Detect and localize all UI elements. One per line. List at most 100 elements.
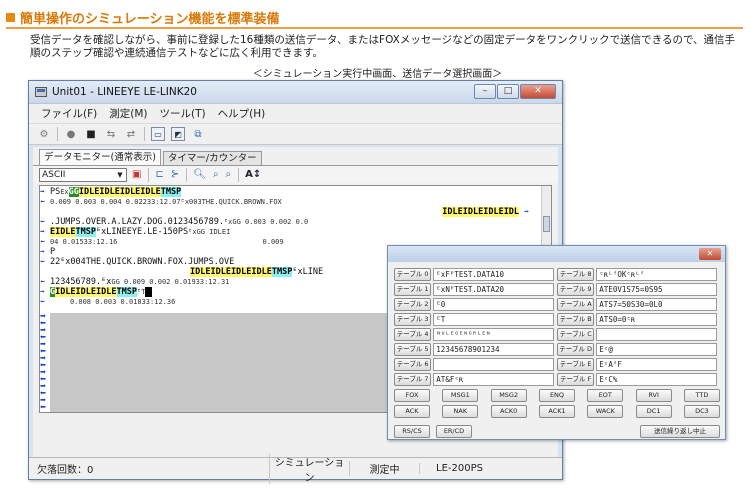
record-icon[interactable]: ● (64, 127, 78, 141)
window-icon[interactable]: ▭ (151, 127, 165, 141)
er-cd-button[interactable]: ER/CD (436, 425, 472, 438)
table-0-value[interactable]: ᴱxFᴾTEST.DATA10 (433, 268, 554, 281)
table-3-value[interactable]: ᴱT (433, 313, 554, 326)
rs-cs-button[interactable]: RS/CS (394, 425, 430, 438)
table-d-value[interactable]: Eᶜ@ (596, 343, 717, 356)
stop-repeat-button[interactable]: 送信繰り返し中止 (640, 425, 720, 438)
table-f-button[interactable]: テーブル F (557, 373, 595, 386)
wack-button[interactable]: WACK (587, 405, 624, 418)
ack0-button[interactable]: ACK0 (490, 405, 527, 418)
table-row: テーブル 7 AT&Fᶜʀ テーブル F EᶜC% (394, 373, 720, 387)
toolbar-separator (186, 167, 188, 182)
table-8-value[interactable]: ᶜʀᴸᶠOKᶜʀᴸᶠ (596, 268, 717, 281)
ctrl-code: GG (68, 187, 79, 197)
table-grid: テーブル 0 ᴱxFᴾTEST.DATA10 テーブル 8 ᶜʀᴸᶠOKᶜʀᴸᶠ… (394, 268, 720, 388)
transfer-icon[interactable]: ⇆ (104, 127, 118, 141)
ack1-button[interactable]: ACK1 (538, 405, 575, 418)
chart-icon[interactable]: ◩ (171, 127, 185, 141)
table-c-value[interactable] (596, 328, 717, 341)
table-4-button[interactable]: テーブル 4 (394, 328, 432, 341)
msg1-button[interactable]: MSG1 (442, 389, 479, 402)
nak-button[interactable]: NAK (442, 405, 479, 418)
maximize-button[interactable]: □ (497, 84, 519, 99)
search-prev-icon[interactable]: ⌕ (226, 169, 232, 180)
monitor-tabs: データモニター(通常表示) タイマー/カウンター (33, 147, 558, 165)
menu-measure[interactable]: 測定(M) (109, 106, 147, 121)
row-text: 04 0.01533:12.16 (49, 238, 118, 246)
fox-button[interactable]: FOX (394, 389, 430, 402)
table-f-value[interactable]: EᶜC% (596, 373, 717, 386)
menu-help[interactable]: ヘルプ(H) (218, 106, 266, 121)
line-mode-icon[interactable]: ⊏ (155, 169, 163, 180)
dialog-close-button[interactable]: ✕ (699, 248, 721, 260)
font-icon[interactable]: A↕ (245, 169, 261, 180)
msg2-button[interactable]: MSG2 (490, 389, 527, 402)
table-7-button[interactable]: テーブル 7 (394, 373, 432, 386)
close-button[interactable]: ✕ (520, 84, 556, 99)
ack-button[interactable]: ACK (394, 405, 430, 418)
table-b-button[interactable]: テーブル B (557, 313, 595, 326)
status-mode: シミュレーション (269, 453, 349, 484)
enq-button[interactable]: ENQ (538, 389, 575, 402)
table-a-button[interactable]: テーブル A (557, 298, 595, 311)
window-titlebar[interactable]: Unit01 - LINEEYE LE-LINK20 – □ ✕ (29, 81, 562, 103)
command-row: FOX MSG1 MSG2 ENQ EOT RVI TTD (394, 389, 720, 403)
search-icon[interactable]: 🔍︎ (193, 169, 206, 180)
table-1-button[interactable]: テーブル 1 (394, 283, 432, 296)
row-text: 22ᴱx004THE.QUICK.BROWN.FOX.JUMPS.OVE (49, 257, 235, 267)
minimize-button[interactable]: – (474, 84, 496, 99)
app-icon (35, 87, 47, 97)
tab-timer-counter[interactable]: タイマー/カウンター (162, 151, 262, 165)
send-data-dialog: ✕ テーブル 0 ᴱxFᴾTEST.DATA10 テーブル 8 ᶜʀᴸᶠOKᶜʀ… (387, 245, 726, 440)
table-9-button[interactable]: テーブル 9 (557, 283, 595, 296)
dc3-button[interactable]: DC3 (683, 405, 720, 418)
table-2-value[interactable]: ᴱ0 (433, 298, 554, 311)
hex-icon[interactable]: ▣ (132, 169, 141, 180)
table-5-value[interactable]: 12345678901234 (433, 343, 554, 356)
arrow-right-icon: ➡ (40, 187, 45, 196)
code-select-value: ASCII (42, 169, 66, 180)
row-text: 0.008 0.003 0.01833:12.36 (69, 298, 176, 306)
table-8-button[interactable]: テーブル 8 (557, 268, 595, 281)
table-3-button[interactable]: テーブル 3 (394, 313, 432, 326)
tab-data-monitor[interactable]: データモニター(通常表示) (39, 149, 161, 165)
search-next-icon[interactable]: ⌕ (213, 169, 219, 180)
table-d-button[interactable]: テーブル D (557, 343, 595, 356)
table-0-button[interactable]: テーブル 0 (394, 268, 432, 281)
dc1-button[interactable]: DC1 (635, 405, 672, 418)
copy-icon[interactable]: ⧉ (191, 127, 205, 141)
timestamp-code: TMSP (160, 187, 182, 197)
table-6-button[interactable]: テーブル 6 (394, 358, 432, 371)
menu-file[interactable]: ファイル(F) (41, 106, 97, 121)
arrow-left-icon: ⬅ (40, 277, 45, 286)
setup-icon[interactable]: ⚙ (37, 127, 51, 141)
stop-icon[interactable]: ■ (84, 127, 98, 141)
section-heading: 簡単操作のシミュレーション機能を標準装備 (6, 8, 279, 27)
table-1-value[interactable]: ᴱxNᴾTEST.DATA20 (433, 283, 554, 296)
ttd-button[interactable]: TTD (683, 389, 720, 402)
rvi-button[interactable]: RVI (635, 389, 672, 402)
table-e-value[interactable]: EᶜAᶠF (596, 358, 717, 371)
scrollbar-thumb[interactable] (543, 216, 550, 232)
row-text: 123456789.ᴱx (49, 277, 112, 287)
table-c-button[interactable]: テーブル C (557, 328, 595, 341)
menu-tools[interactable]: ツール(T) (160, 106, 206, 121)
row-subtext: 0.009 (262, 238, 284, 246)
transfer-all-icon[interactable]: ⇄ (124, 127, 138, 141)
table-4-value[interactable]: ᴺᵁᴸᴱᴳᴱᴺᴳᴿᴸᴱᴺ (433, 328, 554, 341)
table-5-button[interactable]: テーブル 5 (394, 343, 432, 356)
table-7-value[interactable]: AT&Fᶜʀ (433, 373, 554, 386)
row-text: ᴱxLINEEYE.LE-150PS (96, 227, 189, 237)
dialog-titlebar[interactable]: ✕ (388, 246, 725, 262)
table-9-value[interactable]: ATE0V1S75=0S95 (596, 283, 717, 296)
code-select[interactable]: ASCII ▼ (39, 167, 127, 182)
table-2-button[interactable]: テーブル 2 (394, 298, 432, 311)
table-a-value[interactable]: ATS7=50S30=0L0 (596, 298, 717, 311)
wrap-icon[interactable]: ⊱ (171, 169, 179, 180)
table-e-button[interactable]: テーブル E (557, 358, 595, 371)
arrow-left-icon: ⬅ (40, 403, 46, 411)
table-6-value[interactable] (433, 358, 554, 371)
row-subtext: ᴱxGG IDLEI (188, 228, 231, 236)
eot-button[interactable]: EOT (587, 389, 624, 402)
table-b-value[interactable]: ATS0=0ᶜʀ (596, 313, 717, 326)
